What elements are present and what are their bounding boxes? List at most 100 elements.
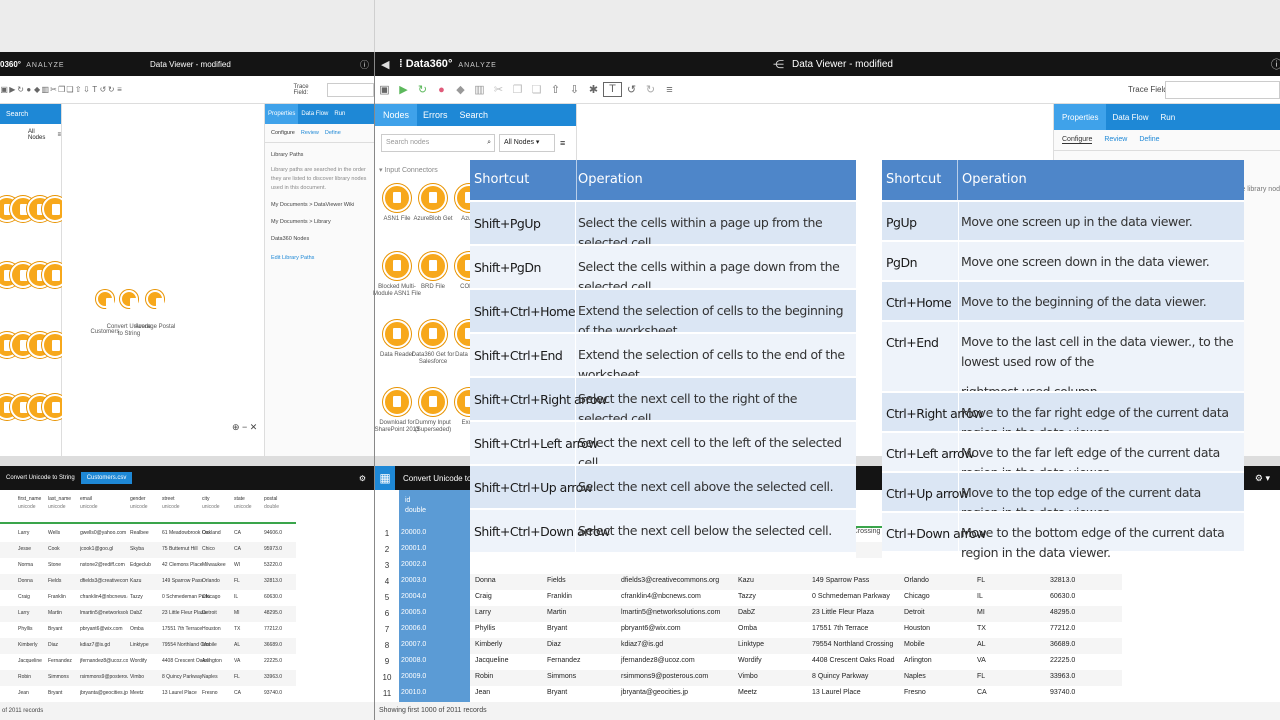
save-icon[interactable]: ▣ xyxy=(0,85,8,94)
subtab-review[interactable]: Review xyxy=(1104,136,1127,144)
left-column-header[interactable]: street xyxy=(162,496,175,502)
gear-icon[interactable]: ⚙ ▾ xyxy=(1255,473,1270,484)
undo-icon[interactable]: ↺ xyxy=(99,85,107,94)
left-grid-header: first_name unicode last_name unicode email un… xyxy=(0,490,296,524)
delete-icon[interactable]: ▥ xyxy=(470,83,489,96)
left-column-header[interactable]: postal xyxy=(264,496,277,502)
tab-search[interactable]: Search xyxy=(454,110,495,120)
clear-icon[interactable]: ◆ xyxy=(33,85,41,94)
tab-dataflow[interactable]: Data Flow xyxy=(1106,113,1154,122)
column-divider xyxy=(575,246,576,290)
cut-icon[interactable]: ✂ xyxy=(489,83,508,96)
library-item[interactable]: Data360 Nodes xyxy=(271,235,368,244)
zoom-controls[interactable]: ⊕ − ✕ xyxy=(232,422,257,433)
stop-icon[interactable]: ● xyxy=(432,84,451,96)
tab-properties[interactable]: Properties xyxy=(1054,104,1107,130)
upload-icon[interactable]: ⇧ xyxy=(546,83,565,96)
palette-node[interactable] xyxy=(383,320,411,348)
cut-icon[interactable]: ✂ xyxy=(49,85,57,94)
library-section: Library Paths Library paths are searched… xyxy=(271,152,368,263)
node-filter-select[interactable]: All Nodes ▾ xyxy=(499,134,555,152)
canvas-node-customers[interactable] xyxy=(96,290,114,309)
share-icon[interactable]: ⋲ xyxy=(773,58,784,71)
subtab-define[interactable]: Define xyxy=(325,130,341,136)
left-column-header[interactable]: last_name xyxy=(48,496,71,502)
undo-icon[interactable]: ↺ xyxy=(622,83,641,96)
palette-node[interactable] xyxy=(419,184,447,212)
menu-icon[interactable]: ≡ xyxy=(660,84,679,96)
left-splitter[interactable] xyxy=(0,456,374,466)
download-icon[interactable]: ⇩ xyxy=(565,83,584,96)
left-filter[interactable]: All Nodes ≡ xyxy=(0,124,61,146)
left-trace-field[interactable] xyxy=(327,82,374,97)
save-icon[interactable]: ▣ xyxy=(375,83,394,96)
left-grid-cell: 60630.0 xyxy=(264,594,283,600)
column-header-id[interactable]: iddouble ≡ xyxy=(399,490,478,526)
left-column-header[interactable]: city xyxy=(202,496,210,502)
left-canvas[interactable]: Customers Convert Unicode to String Aver… xyxy=(62,104,264,456)
canvas-node-average[interactable] xyxy=(146,290,164,309)
redo-icon[interactable]: ↻ xyxy=(641,83,660,96)
left-grid-cell: 77212.0 xyxy=(264,626,283,632)
stop-icon[interactable]: ● xyxy=(25,85,33,94)
gear-icon[interactable]: ⚙ xyxy=(359,474,366,483)
left-column-header[interactable]: state xyxy=(234,496,245,502)
viewer-tab-active[interactable]: Customers.csv xyxy=(80,472,133,484)
copy-icon[interactable]: ❐ xyxy=(58,85,66,94)
subtab-define[interactable]: Define xyxy=(1139,136,1159,144)
canvas-node-convert[interactable] xyxy=(120,290,138,309)
palette-node[interactable] xyxy=(419,252,447,280)
palette-node[interactable] xyxy=(383,388,411,416)
text-icon[interactable]: T xyxy=(603,82,622,97)
left-column-header[interactable]: first_name xyxy=(18,496,41,502)
palette-node[interactable] xyxy=(383,184,411,212)
info-icon[interactable]: ⓘ xyxy=(1271,56,1280,72)
download-icon[interactable]: ⇩ xyxy=(82,85,90,94)
refresh-icon[interactable]: ↻ xyxy=(16,85,24,94)
cell-postal: 77212.0 xyxy=(1050,625,1076,632)
paste-icon[interactable]: ❏ xyxy=(66,85,74,94)
upload-icon[interactable]: ⇧ xyxy=(74,85,82,94)
menu-icon[interactable]: ≡ xyxy=(560,138,565,148)
text-icon[interactable]: T xyxy=(91,85,99,94)
tab-nodes[interactable]: Nodes xyxy=(375,104,418,126)
subtab-configure[interactable]: Configure xyxy=(271,130,295,136)
info-icon[interactable]: ⓘ xyxy=(360,58,369,71)
tab-dataflow[interactable]: Data Flow xyxy=(298,111,331,117)
tab-run[interactable]: Run xyxy=(1154,113,1181,122)
cell-postal: 60630.0 xyxy=(1050,593,1076,600)
library-item[interactable]: My Documents > DataViewer Wiki xyxy=(271,201,368,210)
edit-library-link[interactable]: Edit Library Paths xyxy=(271,254,368,263)
left-grid-cell: Norma xyxy=(18,562,34,568)
copy-icon[interactable]: ❐ xyxy=(508,83,527,96)
refresh-icon[interactable]: ↻ xyxy=(413,83,432,96)
left-grid-cell: dfields3@creativecommons.org xyxy=(80,578,128,584)
tab-run[interactable]: Run xyxy=(331,111,348,117)
tab-errors[interactable]: Errors xyxy=(417,110,454,120)
delete-icon[interactable]: ▥ xyxy=(41,85,50,94)
left-column-header[interactable]: gender xyxy=(130,496,146,502)
trace-field-input[interactable] xyxy=(1165,81,1280,99)
section-input-connectors[interactable]: ▾ Input Connectors xyxy=(379,166,438,174)
grid-icon[interactable]: ▦ xyxy=(375,466,395,490)
run-icon[interactable]: ▶ xyxy=(8,85,16,94)
palette-node[interactable] xyxy=(419,320,447,348)
subtab-configure[interactable]: Configure xyxy=(1062,136,1093,144)
back-icon[interactable]: ◀ xyxy=(381,58,389,71)
tab-properties[interactable]: Properties xyxy=(265,104,299,124)
left-column-header[interactable]: email xyxy=(80,496,92,502)
palette-node[interactable] xyxy=(383,252,411,280)
clear-icon[interactable]: ◆ xyxy=(451,83,470,96)
menu-icon[interactable]: ≡ xyxy=(115,85,123,94)
redo-icon[interactable]: ↻ xyxy=(107,85,115,94)
search-nodes-input[interactable]: Search nodes ⌕ xyxy=(381,134,495,152)
palette-node[interactable] xyxy=(419,388,447,416)
subtab-review[interactable]: Review xyxy=(301,130,319,136)
paste-icon[interactable]: ❏ xyxy=(527,83,546,96)
viewer-tab[interactable]: Convert Unicode to String xyxy=(0,475,81,481)
row-number: 10 xyxy=(382,673,392,682)
run-icon[interactable]: ▶ xyxy=(394,83,413,96)
library-item[interactable]: My Documents > Library xyxy=(271,218,368,227)
library-icon[interactable]: ✱ xyxy=(584,83,603,96)
tab-search[interactable]: Search xyxy=(0,111,34,118)
